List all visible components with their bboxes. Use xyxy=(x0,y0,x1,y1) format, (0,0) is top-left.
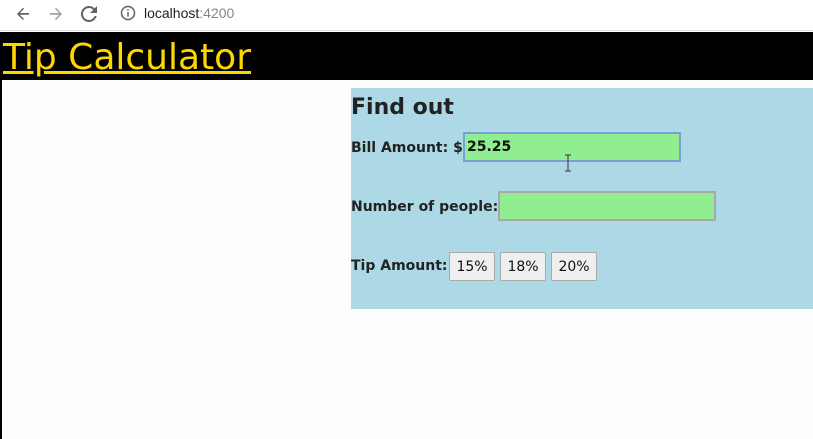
forward-button[interactable] xyxy=(45,3,67,25)
text-cursor-icon xyxy=(565,154,571,172)
tip-form-panel: Find out Bill Amount: $ Number of people… xyxy=(351,88,813,309)
address-host: localhost xyxy=(144,5,200,21)
page-content: Tip Calculator Find out Bill Amount: $ N… xyxy=(0,31,813,439)
app-title-link[interactable]: Tip Calculator xyxy=(3,36,251,80)
number-of-people-label: Number of people: xyxy=(351,199,499,215)
tip-15-button[interactable]: 15% xyxy=(449,252,495,281)
address-bar[interactable]: localhost:4200 xyxy=(144,5,234,21)
reload-button[interactable] xyxy=(78,3,100,25)
address-port: :4200 xyxy=(199,5,235,21)
reload-icon xyxy=(81,6,97,22)
app-header: Tip Calculator xyxy=(0,32,813,80)
back-button[interactable] xyxy=(12,3,34,25)
info-icon[interactable] xyxy=(120,5,136,21)
left-border xyxy=(0,80,2,439)
browser-toolbar: localhost:4200 xyxy=(0,0,813,31)
bill-amount-label: Bill Amount: $ xyxy=(351,140,463,156)
arrow-left-icon xyxy=(17,7,29,20)
number-of-people-input[interactable] xyxy=(498,191,716,221)
tip-20-button[interactable]: 20% xyxy=(551,252,597,281)
arrow-right-icon xyxy=(50,7,62,20)
tip-18-button[interactable]: 18% xyxy=(500,252,546,281)
tip-amount-label: Tip Amount: xyxy=(351,258,448,274)
panel-heading: Find out xyxy=(351,95,454,120)
